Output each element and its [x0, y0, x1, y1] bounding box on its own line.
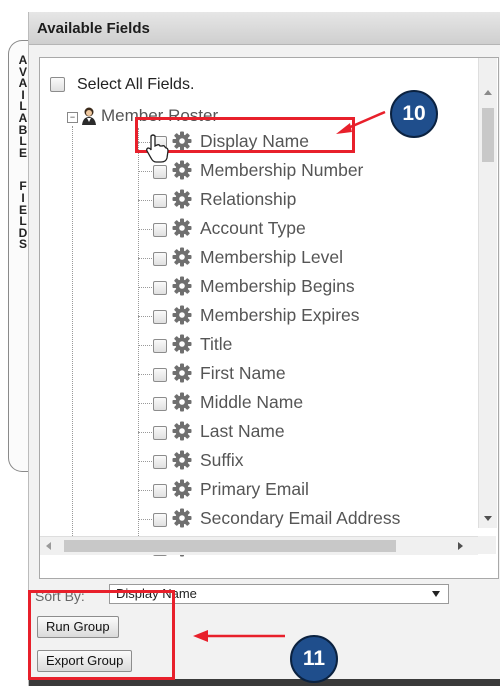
tree-connector	[138, 374, 152, 375]
gear-icon	[172, 334, 192, 354]
tree-connector	[138, 432, 152, 433]
tree-connector	[138, 345, 152, 346]
dropdown-arrow-icon	[432, 591, 440, 597]
scroll-thumb[interactable]	[482, 108, 494, 162]
field-label: Middle Name	[200, 392, 304, 412]
panel-header: Available Fields	[29, 12, 500, 45]
person-icon	[82, 107, 96, 125]
tree-guide-line	[72, 126, 73, 536]
field-checkbox[interactable]	[153, 310, 167, 324]
scroll-right-icon[interactable]	[458, 542, 463, 550]
field-label: Primary Email	[200, 479, 309, 499]
field-checkbox[interactable]	[153, 165, 167, 179]
tree-connector	[138, 200, 152, 201]
bottom-bar	[29, 679, 500, 686]
field-checkbox[interactable]	[153, 426, 167, 440]
field-checkbox[interactable]	[153, 194, 167, 208]
tree-connector	[138, 316, 152, 317]
scroll-down-icon[interactable]	[484, 516, 492, 521]
gear-icon	[172, 421, 192, 441]
gear-icon	[172, 305, 192, 325]
field-checkbox[interactable]	[153, 252, 167, 266]
horizontal-scrollbar[interactable]	[40, 536, 478, 555]
tree-connector	[138, 490, 152, 491]
scroll-thumb[interactable]	[64, 540, 396, 552]
field-checkbox[interactable]	[153, 513, 167, 527]
gear-icon	[172, 218, 192, 238]
field-label: First Name	[200, 363, 286, 383]
field-label: Secondary Email Address	[200, 508, 401, 528]
field-label: Last Name	[200, 421, 285, 441]
step-badge-10: 10	[390, 90, 438, 138]
tree-guide-line	[138, 128, 139, 538]
tree-connector	[138, 403, 152, 404]
tree-connector	[138, 461, 152, 462]
field-checkbox[interactable]	[153, 397, 167, 411]
field-label: Suffix	[200, 450, 244, 470]
collapse-icon[interactable]: −	[67, 112, 78, 123]
field-checkbox[interactable]	[153, 339, 167, 353]
field-checkbox[interactable]	[153, 484, 167, 498]
field-label: Membership Number	[200, 160, 364, 180]
gear-icon	[172, 160, 192, 180]
highlight-box-buttons	[28, 590, 175, 680]
gear-icon	[172, 392, 192, 412]
select-all-checkbox[interactable]	[50, 77, 65, 93]
field-label: Membership Begins	[200, 276, 355, 296]
select-all-label: Select All Fields.	[77, 76, 195, 93]
scroll-up-icon[interactable]	[484, 90, 492, 95]
select-all-row[interactable]: Select All Fields.	[50, 76, 194, 94]
scrollbar-corner	[478, 536, 496, 554]
scroll-left-icon[interactable]	[46, 542, 51, 550]
step-badge-11: 11	[290, 635, 338, 683]
hand-cursor-icon	[146, 134, 169, 163]
field-label: Membership Expires	[200, 305, 360, 325]
gear-icon	[172, 276, 192, 296]
gear-icon	[172, 508, 192, 528]
tree-connector	[138, 171, 152, 172]
panel-title: Available Fields	[37, 20, 150, 37]
gear-icon	[172, 247, 192, 267]
tree-connector	[138, 229, 152, 230]
tree-connector	[138, 519, 152, 520]
gear-icon	[172, 450, 192, 470]
gear-icon	[172, 189, 192, 209]
gear-icon	[172, 479, 192, 499]
tree-connector	[138, 287, 152, 288]
field-checkbox[interactable]	[153, 455, 167, 469]
field-label: Account Type	[200, 218, 306, 238]
field-label: Membership Level	[200, 247, 343, 267]
tree-connector	[138, 258, 152, 259]
field-checkbox[interactable]	[153, 281, 167, 295]
gear-icon	[172, 363, 192, 383]
field-checkbox[interactable]	[153, 223, 167, 237]
field-checkbox[interactable]	[153, 368, 167, 382]
field-label: Relationship	[200, 189, 297, 209]
vertical-scrollbar[interactable]	[478, 58, 497, 528]
field-label: Title	[200, 334, 233, 354]
